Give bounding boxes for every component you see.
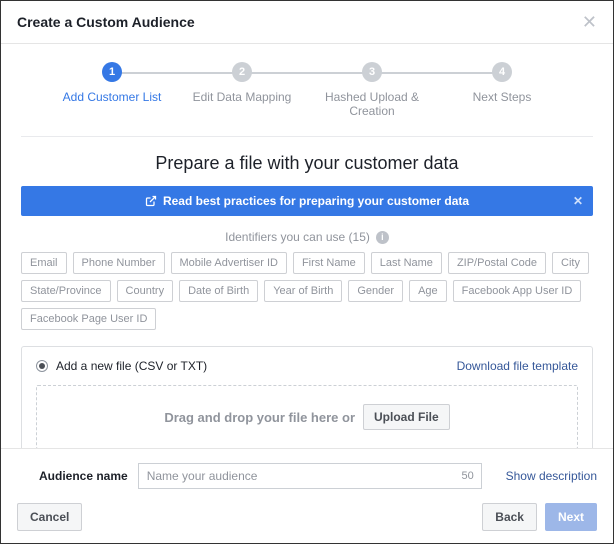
step-3[interactable]: 3 Hashed Upload & Creation [307,62,437,118]
step-1[interactable]: 1 Add Customer List [47,62,177,104]
identifier-chip[interactable]: City [552,252,589,274]
external-link-icon [145,195,157,207]
identifier-chip[interactable]: Year of Birth [264,280,342,302]
add-file-panel: Add a new file (CSV or TXT) Download fil… [21,346,593,448]
info-icon[interactable]: i [376,231,389,244]
identifier-chip[interactable]: Country [117,280,174,302]
step-line [112,72,242,74]
modal: Create a Custom Audience ✕ 1 Add Customer… [0,0,614,544]
step-circle: 4 [492,62,512,82]
banner-close-icon[interactable]: ✕ [573,194,583,208]
show-description-link[interactable]: Show description [506,469,597,483]
identifier-chip[interactable]: Mobile Advertiser ID [171,252,287,274]
cancel-button[interactable]: Cancel [17,503,82,531]
modal-title: Create a Custom Audience [17,14,195,30]
audience-name-label: Audience name [39,469,128,483]
identifier-chip[interactable]: Facebook Page User ID [21,308,156,330]
identifier-chip[interactable]: State/Province [21,280,111,302]
identifier-chip[interactable]: First Name [293,252,365,274]
step-label: Hashed Upload & Creation [307,90,437,118]
identifier-chip[interactable]: Phone Number [73,252,165,274]
step-2[interactable]: 2 Edit Data Mapping [177,62,307,104]
identifier-chip[interactable]: Date of Birth [179,280,258,302]
add-file-option[interactable]: Add a new file (CSV or TXT) [36,359,207,373]
panel-head: Add a new file (CSV or TXT) Download fil… [36,359,578,373]
download-template-link[interactable]: Download file template [457,359,578,373]
step-line [242,72,372,74]
step-label: Edit Data Mapping [177,90,307,104]
next-button[interactable]: Next [545,503,597,531]
step-label: Add Customer List [47,90,177,104]
identifier-chip[interactable]: Last Name [371,252,442,274]
footer-buttons: Cancel Back Next [17,503,597,531]
modal-body: 1 Add Customer List 2 Edit Data Mapping 3 Has… [1,44,613,448]
section-heading: Prepare a file with your customer data [21,153,593,174]
step-label: Next Steps [437,90,567,104]
banner-text: Read best practices for preparing your c… [163,194,469,208]
stepper: 1 Add Customer List 2 Edit Data Mapping 3 Has… [21,58,593,118]
audience-name-row: Audience name 50 Show description [39,463,597,489]
best-practices-banner[interactable]: Read best practices for preparing your c… [21,186,593,216]
upload-file-button[interactable]: Upload File [363,404,450,430]
modal-body-scroll[interactable]: 1 Add Customer List 2 Edit Data Mapping 3 Has… [1,44,613,448]
step-4[interactable]: 4 Next Steps [437,62,567,104]
step-circle: 2 [232,62,252,82]
step-line [372,72,502,74]
identifiers-header: Identifiers you can use (15) i [21,230,593,244]
step-circle: 1 [102,62,122,82]
modal-footer: Audience name 50 Show description Cancel… [1,448,613,543]
back-button[interactable]: Back [482,503,537,531]
radio-icon [36,360,48,372]
divider [21,136,593,137]
identifier-chip[interactable]: Facebook App User ID [453,280,582,302]
modal-header: Create a Custom Audience ✕ [1,1,613,44]
identifier-chip[interactable]: Gender [348,280,403,302]
audience-name-input[interactable] [138,463,482,489]
identifier-chip[interactable]: Email [21,252,67,274]
identifiers-label: Identifiers you can use (15) [225,230,370,244]
close-icon[interactable]: ✕ [582,13,597,31]
identifier-chips: Email Phone Number Mobile Advertiser ID Fir… [21,252,593,330]
identifier-chip[interactable]: Age [409,280,447,302]
add-file-label: Add a new file (CSV or TXT) [56,359,207,373]
dropzone-text: Drag and drop your file here or [164,410,355,425]
step-circle: 3 [362,62,382,82]
audience-name-count: 50 [461,470,473,482]
file-dropzone[interactable]: Drag and drop your file here or Upload F… [36,385,578,448]
identifier-chip[interactable]: ZIP/Postal Code [448,252,546,274]
